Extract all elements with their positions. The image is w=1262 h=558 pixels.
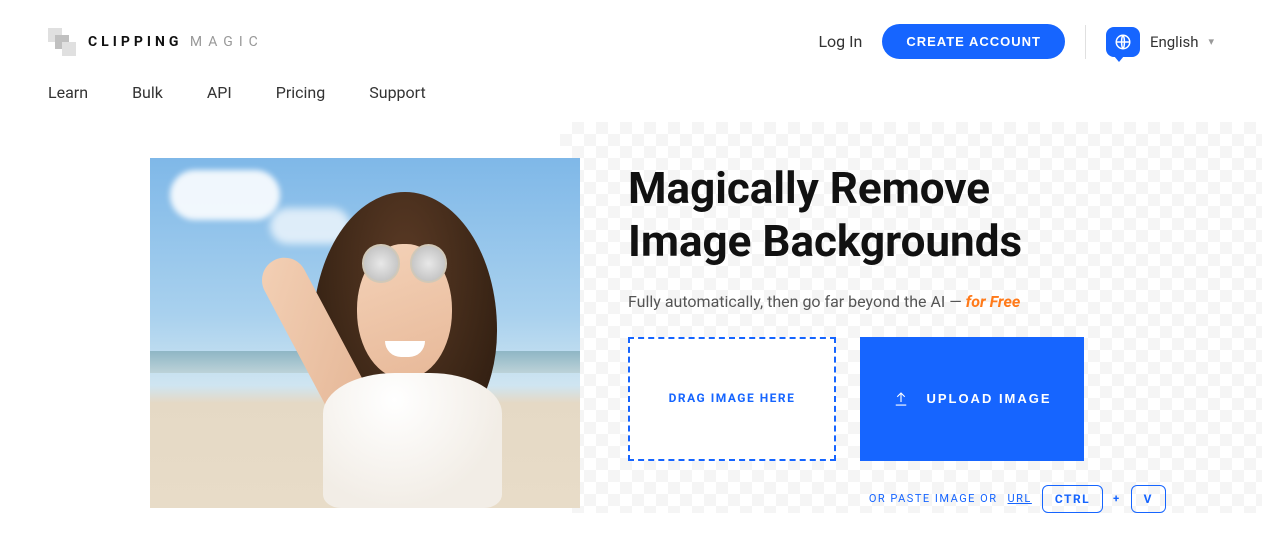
key-v: V: [1131, 485, 1166, 513]
language-label: English: [1150, 33, 1199, 51]
chevron-down-icon: ▾: [1208, 35, 1214, 48]
hero-image: [150, 158, 580, 508]
language-selector[interactable]: English ▾: [1106, 27, 1214, 57]
paste-url-link[interactable]: URL: [1008, 492, 1032, 505]
header-right: Log In CREATE ACCOUNT English ▾: [818, 24, 1214, 59]
paste-prefix: OR PASTE IMAGE OR: [869, 492, 998, 505]
hero-subtitle: Fully automatically, then go far beyond …: [628, 292, 1214, 311]
nav-api[interactable]: API: [207, 83, 232, 102]
globe-icon: [1106, 27, 1140, 57]
drag-drop-zone[interactable]: DRAG IMAGE HERE: [628, 337, 836, 461]
drag-label: DRAG IMAGE HERE: [669, 388, 796, 410]
upload-label: UPLOAD IMAGE: [926, 391, 1051, 406]
divider: [1085, 25, 1086, 59]
header: CLIPPING MAGIC Log In CREATE ACCOUNT Eng…: [0, 0, 1262, 75]
logo-icon: [48, 28, 76, 56]
brand-part1: CLIPPING: [88, 34, 182, 50]
create-account-button[interactable]: CREATE ACCOUNT: [882, 24, 1065, 59]
nav-pricing[interactable]: Pricing: [276, 83, 326, 102]
hero-content: Magically Remove Image Backgrounds Fully…: [628, 158, 1214, 513]
title-line1: Magically Remove: [628, 162, 990, 214]
upload-button[interactable]: UPLOAD IMAGE: [860, 337, 1084, 461]
title-line2: Image Backgrounds: [628, 215, 1022, 267]
nav-bulk[interactable]: Bulk: [132, 83, 163, 102]
brand-part2: MAGIC: [190, 34, 264, 50]
upload-icon: [892, 390, 910, 408]
paste-hint: OR PASTE IMAGE OR URL CTRL + V: [628, 485, 1214, 513]
main-nav: Learn Bulk API Pricing Support: [0, 75, 1262, 122]
brand[interactable]: CLIPPING MAGIC: [48, 28, 264, 56]
key-ctrl: CTRL: [1042, 485, 1103, 513]
upload-actions: DRAG IMAGE HERE UPLOAD IMAGE: [628, 337, 1214, 461]
subtitle-text: Fully automatically, then go far beyond …: [628, 292, 966, 311]
login-link[interactable]: Log In: [818, 32, 862, 51]
hero-title: Magically Remove Image Backgrounds: [628, 162, 1214, 268]
subtitle-free: for Free: [966, 292, 1021, 311]
nav-learn[interactable]: Learn: [48, 83, 88, 102]
hero: Magically Remove Image Backgrounds Fully…: [0, 122, 1262, 513]
key-plus: +: [1113, 492, 1121, 505]
brand-text: CLIPPING MAGIC: [88, 34, 264, 50]
nav-support[interactable]: Support: [369, 83, 425, 102]
